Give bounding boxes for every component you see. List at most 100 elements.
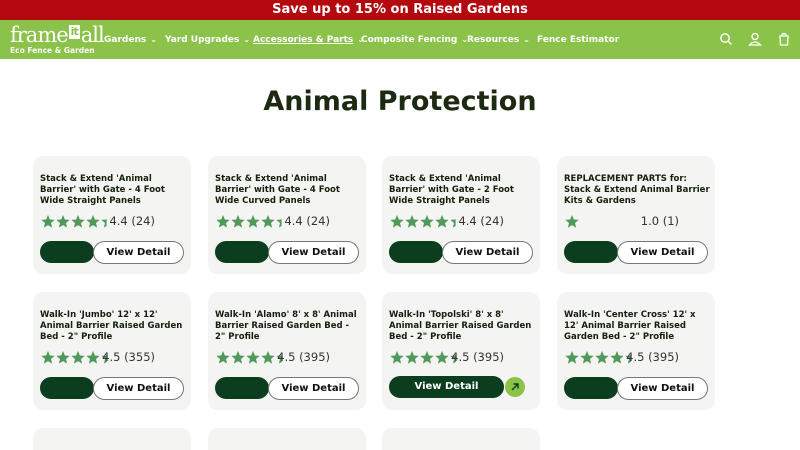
promo-text: Save up to 15% on Raised Gardens [272,2,528,17]
star-icon [405,215,419,228]
star-icon [261,215,275,228]
star-icon [86,215,100,228]
nav-item-gardens[interactable]: Gardens ⌄ [104,20,157,59]
quick-add-button[interactable] [40,241,94,263]
rating-stars [216,350,283,369]
view-detail-button[interactable]: View Detail [268,241,359,264]
quick-add-button[interactable] [564,241,618,263]
product-title[interactable]: Stack & Extend 'Animal Barrier' with Gat… [215,174,361,207]
star-icon [41,351,55,364]
product-title[interactable]: Walk-In 'Center Cross' 12' x 12' Animal … [564,310,710,343]
quick-add-button[interactable] [40,377,94,399]
star-icon [565,351,579,364]
promo-banner[interactable]: Save up to 15% on Raised Gardens [0,0,800,20]
rating-text: 4.4 (24) [109,214,155,228]
search-icon[interactable] [718,31,734,47]
view-detail-button[interactable]: View Detail [93,377,184,400]
product-title[interactable]: REPLACEMENT PARTS for: Stack & Extend An… [564,174,710,207]
quick-add-button[interactable] [215,377,269,399]
chevron-down-icon: ⌄ [150,35,157,44]
product-card[interactable] [208,428,366,450]
nav-item-yard-upgrades[interactable]: Yard Upgrades ⌄ [165,20,250,59]
view-detail-button[interactable]: View Detail [93,241,184,264]
chevron-down-icon: ⌄ [523,35,530,44]
product-card[interactable]: Walk-In 'Center Cross' 12' x 12' Animal … [557,292,715,410]
nav-item-fence-estimator[interactable]: Fence Estimator [537,20,619,59]
rating-text: 1.0 (1) [640,214,679,228]
star-icon [450,218,456,228]
star-icon [580,215,593,228]
quick-add-button[interactable] [215,241,269,263]
rating-stars [565,350,632,369]
star-icon [435,215,449,228]
product-card[interactable]: Walk-In 'Jumbo' 12' x 12' Animal Barrier… [33,292,191,410]
star-icon [595,215,608,228]
star-rating [390,215,456,228]
arrow-up-right-icon [511,383,519,391]
star-icon [565,215,579,228]
star-rating [216,215,282,228]
product-card[interactable] [382,428,540,450]
star-icon [435,351,449,364]
rating-stars [565,214,631,233]
product-title[interactable]: Walk-In 'Jumbo' 12' x 12' Animal Barrier… [40,310,186,343]
product-card[interactable]: Stack & Extend 'Animal Barrier' with Gat… [382,156,540,274]
product-card[interactable] [33,428,191,450]
rating-stars [41,214,107,233]
star-icon [390,351,404,364]
product-title[interactable]: Stack & Extend 'Animal Barrier' with Gat… [40,174,186,207]
star-icon [216,215,230,228]
product-title[interactable]: Walk-In 'Alamo' 8' x 8' Animal Barrier R… [215,310,361,343]
cart-icon[interactable] [776,31,792,47]
star-icon [231,351,245,364]
view-detail-button[interactable]: View Detail [442,241,533,264]
star-rating [390,351,457,364]
logo-word-right: all [80,23,105,47]
account-icon[interactable] [747,31,763,47]
quick-add-button[interactable] [389,241,443,263]
nav-item-composite-fencing[interactable]: Composite Fencing ⌄ [361,20,468,59]
nav-item-accessories-parts[interactable]: Accessories & Parts ⌄ [253,20,364,59]
nav-item-label: Gardens [104,35,147,45]
logo-wordmark: frame it all [10,23,105,47]
star-icon [246,351,260,364]
logo[interactable]: frame it all Eco Fence & Garden [10,24,105,57]
rating-text: 4.4 (24) [284,214,330,228]
star-icon [276,218,282,228]
star-icon [56,215,70,228]
star-icon [56,351,70,364]
view-detail-button[interactable]: View Detail [617,241,708,264]
nav-item-resources[interactable]: Resources ⌄ [467,20,530,59]
star-icon [246,215,260,228]
star-icon [610,351,624,364]
star-icon [71,215,85,228]
star-rating [216,351,283,364]
product-card[interactable]: Stack & Extend 'Animal Barrier' with Gat… [208,156,366,274]
product-title[interactable]: Walk-In 'Topolski' 8' x 8' Animal Barrie… [389,310,535,343]
rating-stars [390,214,456,233]
product-card[interactable]: Walk-In 'Topolski' 8' x 8' Animal Barrie… [382,292,540,410]
product-title[interactable]: Stack & Extend 'Animal Barrier' with Gat… [389,174,535,207]
star-icon [390,215,404,228]
nav-item-label: Yard Upgrades [165,35,240,45]
product-card[interactable]: Stack & Extend 'Animal Barrier' with Gat… [33,156,191,274]
star-icon [86,351,100,364]
logo-badge: it [68,25,80,39]
view-detail-button[interactable]: View Detail [268,377,359,400]
open-arrow-button[interactable] [505,377,525,397]
quick-add-button[interactable] [564,377,618,399]
rating-text: 4.5 (395) [277,350,330,364]
star-icon [420,215,434,228]
view-detail-button[interactable]: View Detail [617,377,708,400]
star-icon [625,215,631,228]
logo-word-left: frame [10,23,69,47]
chevron-down-icon: ⌄ [243,35,251,44]
nav-item-label: Fence Estimator [537,35,620,45]
product-card[interactable]: REPLACEMENT PARTS for: Stack & Extend An… [557,156,715,274]
star-icon [71,351,85,364]
nav-item-label: Accessories & Parts [253,35,354,45]
product-card[interactable]: Walk-In 'Alamo' 8' x 8' Animal Barrier R… [208,292,366,410]
rating-stars [216,214,282,233]
view-detail-button[interactable]: View Detail [389,376,504,398]
star-icon [41,215,55,228]
